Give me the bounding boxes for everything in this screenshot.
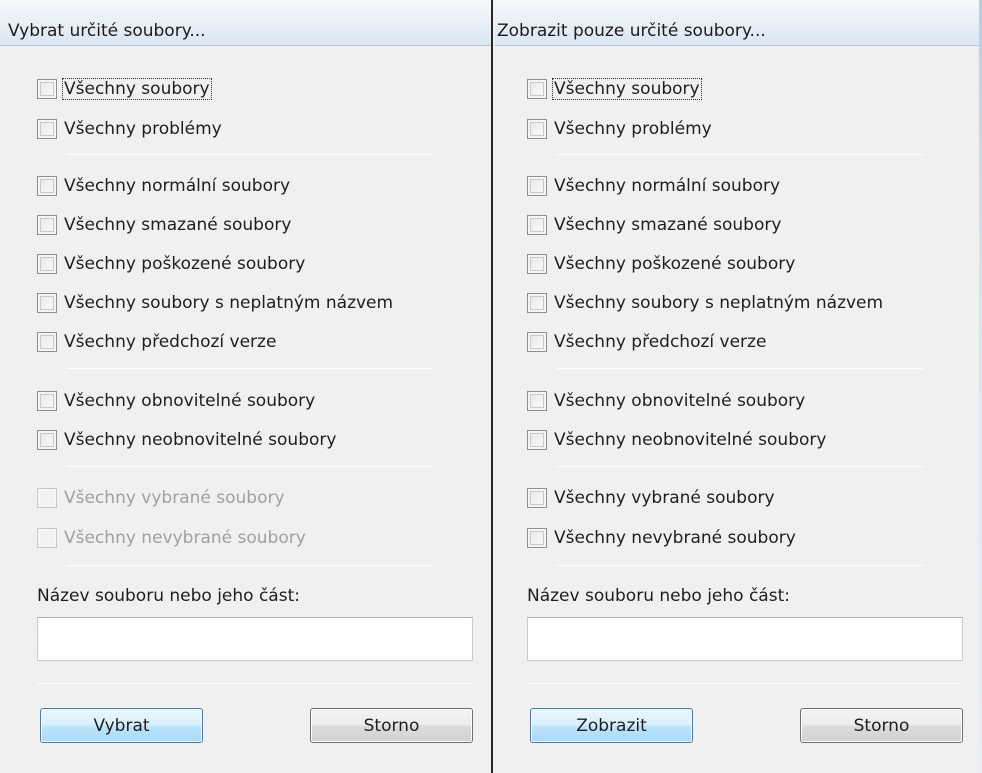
checkbox-normal-files[interactable]: Všechny normální soubory: [37, 175, 291, 197]
checkbox-all-files[interactable]: Všechny soubory: [527, 78, 702, 100]
filename-input[interactable]: [37, 617, 473, 661]
separator: [67, 154, 433, 155]
checkbox-label: Všechny obnovitelné soubory: [64, 391, 316, 411]
checkbox-invalid-name-files[interactable]: Všechny soubory s neplatným názvem: [527, 292, 884, 314]
checkbox-box[interactable]: [527, 215, 547, 235]
checkbox-box[interactable]: [527, 391, 547, 411]
checkbox-box[interactable]: [527, 293, 547, 313]
checkbox-box: [37, 528, 57, 548]
checkbox-label: Všechny soubory s neplatným názvem: [64, 293, 394, 313]
checkbox-box[interactable]: [527, 79, 547, 99]
filename-input[interactable]: [527, 617, 963, 661]
checkbox-label: Všechny předchozí verze: [64, 332, 277, 352]
checkbox-label: Všechny neobnovitelné soubory: [554, 430, 827, 450]
checkbox-deleted-files[interactable]: Všechny smazané soubory: [37, 214, 292, 236]
checkbox-label: Všechny vybrané soubory: [64, 488, 285, 508]
checkbox-box[interactable]: [37, 430, 57, 450]
checkbox-unrecoverable-files[interactable]: Všechny neobnovitelné soubory: [37, 429, 337, 451]
separator: [67, 368, 433, 369]
checkbox-box[interactable]: [37, 391, 57, 411]
checkbox-selected-files[interactable]: Všechny vybrané soubory: [527, 487, 776, 509]
checkbox-box[interactable]: [37, 332, 57, 352]
checkbox-box[interactable]: [37, 79, 57, 99]
filter-files-panel: Zobrazit pouze určité soubory... Všechny…: [495, 0, 982, 773]
checkbox-previous-versions[interactable]: Všechny předchozí verze: [37, 331, 277, 353]
separator: [527, 683, 961, 684]
checkbox-label: Všechny normální soubory: [64, 176, 291, 196]
checkbox-box[interactable]: [527, 332, 547, 352]
checkbox-label: Všechny nevybrané soubory: [64, 528, 306, 548]
separator: [557, 368, 923, 369]
separator: [67, 466, 433, 467]
checkbox-label: Všechny soubory: [552, 78, 702, 100]
checkbox-label: Všechny problémy: [64, 119, 222, 139]
checkbox-box[interactable]: [37, 293, 57, 313]
checkbox-damaged-files[interactable]: Všechny poškozené soubory: [527, 253, 796, 275]
panel-title: Zobrazit pouze určité soubory...: [497, 21, 766, 41]
checkbox-damaged-files[interactable]: Všechny poškozené soubory: [37, 253, 306, 275]
checkbox-label: Všechny předchozí verze: [554, 332, 767, 352]
panel-title: Vybrat určité soubory...: [8, 21, 206, 41]
checkbox-unrecoverable-files[interactable]: Všechny neobnovitelné soubory: [527, 429, 827, 451]
panel-header: Vybrat určité soubory...: [0, 0, 491, 46]
checkbox-box[interactable]: [527, 430, 547, 450]
checkbox-unselected-files[interactable]: Všechny nevybrané soubory: [527, 527, 797, 549]
checkbox-label: Všechny soubory s neplatným názvem: [554, 293, 884, 313]
checkbox-box[interactable]: [37, 215, 57, 235]
checkbox-box[interactable]: [527, 488, 547, 508]
checkbox-label: Všechny obnovitelné soubory: [554, 391, 806, 411]
checkbox-label: Všechny vybrané soubory: [554, 488, 775, 508]
show-button[interactable]: Zobrazit: [530, 708, 693, 743]
separator: [557, 466, 923, 467]
checkbox-all-problems[interactable]: Všechny problémy: [527, 118, 713, 140]
cancel-button[interactable]: Storno: [310, 708, 473, 743]
checkbox-unselected-files: Všechny nevybrané soubory: [37, 527, 307, 549]
checkbox-box[interactable]: [527, 119, 547, 139]
panel-header: Zobrazit pouze určité soubory...: [495, 0, 982, 46]
checkbox-box: [37, 488, 57, 508]
select-files-panel: Vybrat určité soubory... Všechny soubory…: [0, 0, 493, 773]
checkbox-label: Všechny normální soubory: [554, 176, 781, 196]
checkbox-normal-files[interactable]: Všechny normální soubory: [527, 175, 781, 197]
checkbox-label: Všechny smazané soubory: [64, 215, 292, 235]
checkbox-label: Všechny poškozené soubory: [64, 254, 306, 274]
checkbox-all-files[interactable]: Všechny soubory: [37, 78, 212, 100]
checkbox-recoverable-files[interactable]: Všechny obnovitelné soubory: [527, 390, 806, 412]
select-button[interactable]: Vybrat: [40, 708, 203, 743]
filename-label: Název souboru nebo jeho část:: [527, 586, 790, 606]
separator: [37, 683, 471, 684]
checkbox-box[interactable]: [37, 254, 57, 274]
separator: [557, 565, 923, 566]
checkbox-label: Všechny nevybrané soubory: [554, 528, 796, 548]
checkbox-label: Všechny poškozené soubory: [554, 254, 796, 274]
checkbox-label: Všechny soubory: [62, 78, 212, 100]
checkbox-deleted-files[interactable]: Všechny smazané soubory: [527, 214, 782, 236]
separator: [67, 565, 433, 566]
checkbox-box[interactable]: [527, 176, 547, 196]
checkbox-label: Všechny neobnovitelné soubory: [64, 430, 337, 450]
checkbox-box[interactable]: [527, 254, 547, 274]
checkbox-recoverable-files[interactable]: Všechny obnovitelné soubory: [37, 390, 316, 412]
checkbox-invalid-name-files[interactable]: Všechny soubory s neplatným názvem: [37, 292, 394, 314]
separator: [557, 154, 923, 155]
checkbox-label: Všechny problémy: [554, 119, 712, 139]
checkbox-box[interactable]: [37, 119, 57, 139]
checkbox-selected-files: Všechny vybrané soubory: [37, 487, 286, 509]
checkbox-all-problems[interactable]: Všechny problémy: [37, 118, 223, 140]
filename-label: Název souboru nebo jeho část:: [37, 586, 300, 606]
checkbox-label: Všechny smazané soubory: [554, 215, 782, 235]
checkbox-box[interactable]: [37, 176, 57, 196]
checkbox-previous-versions[interactable]: Všechny předchozí verze: [527, 331, 767, 353]
checkbox-box[interactable]: [527, 528, 547, 548]
cancel-button[interactable]: Storno: [800, 708, 963, 743]
